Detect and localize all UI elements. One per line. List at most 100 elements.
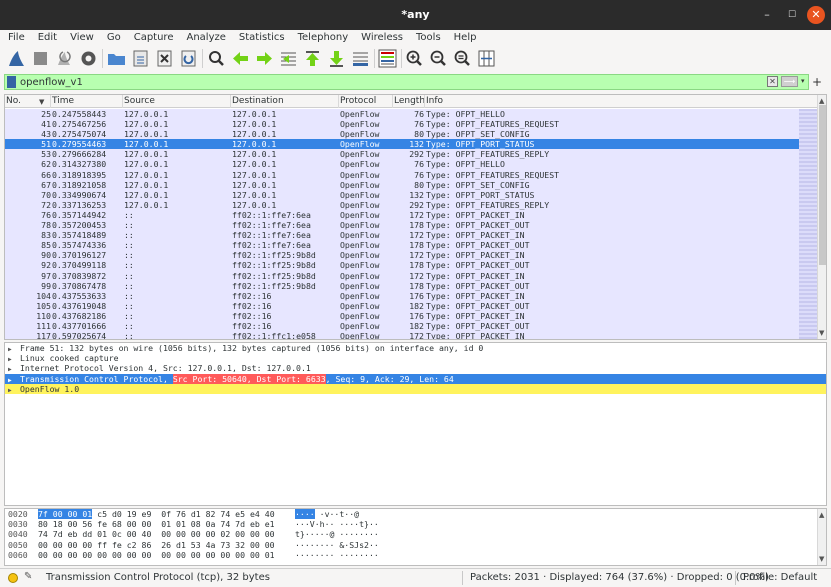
- byte-ascii[interactable]: ···V·h·· ····t}··: [295, 519, 379, 529]
- scroll-down-icon[interactable]: ▼: [819, 329, 824, 337]
- byte-row[interactable]: 0060 00 00 00 00 00 00 00 00 00 00 00 00 …: [5, 550, 826, 560]
- menu-statistics[interactable]: Statistics: [231, 30, 290, 45]
- detail-openflow[interactable]: ▶ OpenFlow 1.0: [5, 383, 826, 396]
- table-row[interactable]: 62 0.314327380 127.0.0.1 127.0.0.1 OpenFlow 7…: [5, 159, 817, 170]
- save-file-icon[interactable]: [130, 48, 151, 69]
- table-row[interactable]: 92 0.370499118:: ff02::1:ff25:9b8d OpenFlow…: [5, 260, 817, 271]
- menu-capture[interactable]: Capture: [126, 30, 179, 45]
- menu-tools[interactable]: Tools: [408, 30, 446, 45]
- status-profile[interactable]: Profile: Default: [743, 572, 817, 583]
- colorize-list-icon[interactable]: [377, 48, 398, 69]
- minimize-button[interactable]: –: [758, 6, 776, 24]
- menu-go[interactable]: Go: [99, 30, 126, 45]
- reload-file-icon[interactable]: [178, 48, 199, 69]
- packet-list-pane[interactable]: No. ▼ Time Source Destination Protocol L…: [4, 94, 827, 340]
- zoom-reset-icon[interactable]: [452, 48, 473, 69]
- table-row[interactable]: 99 0.370867478:: ff02::1:ff25:9b8d OpenFlow…: [5, 280, 817, 291]
- detail-frame[interactable]: ▶ Frame 51: 132 bytes on wire (1056 bits)…: [5, 343, 826, 353]
- find-packet-search-icon[interactable]: [206, 48, 227, 69]
- stop-capture-icon[interactable]: [30, 48, 51, 69]
- auto-scroll-icon[interactable]: [350, 48, 371, 69]
- menu-edit[interactable]: Edit: [30, 30, 62, 45]
- bytes-scrollbar[interactable]: ▲ ▼: [817, 509, 826, 565]
- table-row[interactable]: 104 0.437553633:: ff02::16 OpenFlow 176 Type:…: [5, 290, 817, 301]
- zoom-in-icon[interactable]: [404, 48, 425, 69]
- go-last-packet-icon[interactable]: [326, 48, 347, 69]
- column-header-info[interactable]: Info: [425, 95, 817, 108]
- column-header-destination[interactable]: Destination: [231, 95, 339, 108]
- column-header-length[interactable]: Length: [393, 95, 425, 108]
- menu-view[interactable]: View: [62, 30, 99, 45]
- table-row[interactable]: 76 0.357144942:: ff02::1:ffe7:6ea OpenFlow 1…: [5, 209, 817, 221]
- open-file-folder-icon[interactable]: [106, 48, 127, 69]
- table-row[interactable]: 110 0.437682186:: ff02::16 OpenFlow 176 Type:…: [5, 310, 817, 321]
- detail-tcp[interactable]: ▶ Transmission Control Protocol, Src Port…: [5, 373, 826, 384]
- byte-ascii[interactable]: t}·····@ ········: [295, 529, 379, 539]
- table-row[interactable]: 83 0.357418489:: ff02::1:ffe7:6ea OpenFlow 1…: [5, 230, 817, 241]
- filter-history-chevron-down-icon[interactable]: ▾: [801, 76, 810, 87]
- detail-ip[interactable]: ▶ Internet Protocol Version 4, Src: 127.0…: [5, 363, 826, 373]
- table-row[interactable]: 25 0.247558443 127.0.0.1 127.0.0.1 OpenFlow 7…: [5, 109, 817, 120]
- table-row[interactable]: 72 0.337136253 127.0.0.1 127.0.0.1 OpenFlow 2…: [5, 199, 817, 210]
- byte-hex[interactable]: 74 7d eb dd 01 0c 00 40 00 00 00 00 02 0…: [38, 529, 275, 539]
- table-row[interactable]: 111 0.437701666:: ff02::16 OpenFlow 182 Type:…: [5, 320, 817, 332]
- add-filter-button[interactable]: +: [812, 74, 822, 90]
- scroll-down-icon[interactable]: ▼: [819, 555, 824, 563]
- capture-options-gear-icon[interactable]: [78, 48, 99, 69]
- scroll-up-icon[interactable]: ▲: [819, 97, 824, 105]
- go-forward-arrow-icon[interactable]: [254, 48, 275, 69]
- shark-fin-start-icon[interactable]: [6, 48, 27, 69]
- byte-row[interactable]: 0020 7f 00 00 01 c5 d0 19 e9 0f 76 d1 82 …: [5, 509, 826, 519]
- maximize-button[interactable]: ☐: [783, 6, 801, 24]
- table-row[interactable]: 51 0.279554463 127.0.0.1 127.0.0.1 OpenFlow 1…: [5, 139, 817, 150]
- column-header-time[interactable]: Time: [51, 95, 123, 108]
- table-row[interactable]: 43 0.275475074 127.0.0.1 127.0.0.1 OpenFlow 8…: [5, 129, 817, 140]
- close-button[interactable]: ✕: [807, 6, 825, 24]
- column-header-protocol[interactable]: Protocol: [339, 95, 393, 108]
- table-row[interactable]: 67 0.318921058 127.0.0.1 127.0.0.1 OpenFlow 8…: [5, 179, 817, 190]
- table-row[interactable]: 78 0.357200453:: ff02::1:ffe7:6ea OpenFlow 1…: [5, 220, 817, 231]
- filter-bookmark-icon[interactable]: [7, 76, 16, 88]
- table-row[interactable]: 70 0.334990674 127.0.0.1 127.0.0.1 OpenFlow 1…: [5, 189, 817, 200]
- expand-chevron-right-icon[interactable]: ▶: [8, 386, 20, 396]
- table-row[interactable]: 66 0.318918395 127.0.0.1 127.0.0.1 OpenFlow 7…: [5, 169, 817, 180]
- edit-comment-pencil-icon[interactable]: ✎: [24, 571, 32, 582]
- sort-chevron-down-icon[interactable]: ▼: [39, 98, 44, 106]
- table-row[interactable]: 41 0.275467256 127.0.0.1 127.0.0.1 OpenFlow 7…: [5, 119, 817, 130]
- table-row[interactable]: 85 0.357474336:: ff02::1:ffe7:6ea OpenFlow 1…: [5, 240, 817, 251]
- zoom-out-icon[interactable]: [428, 48, 449, 69]
- packet-minimap[interactable]: [799, 109, 817, 339]
- packet-list-scrollbar[interactable]: ▲ ▼: [817, 95, 826, 339]
- menu-file[interactable]: File: [0, 30, 30, 45]
- close-file-icon[interactable]: [154, 48, 175, 69]
- display-filter-input[interactable]: openflow_v1: [20, 76, 83, 89]
- packet-bytes-pane[interactable]: 0020 7f 00 00 01 c5 d0 19 e9 0f 76 d1 82 …: [4, 508, 827, 566]
- go-to-packet-icon[interactable]: [278, 48, 299, 69]
- byte-ascii[interactable]: ········ &·SJs2··: [295, 540, 379, 550]
- table-row[interactable]: 97 0.370839872:: ff02::1:ff25:9b8d OpenFlow…: [5, 270, 817, 281]
- byte-ascii[interactable]: ········ ········: [295, 550, 379, 560]
- restart-capture-icon[interactable]: [54, 48, 75, 69]
- scroll-up-icon[interactable]: ▲: [819, 511, 824, 519]
- menu-analyze[interactable]: Analyze: [178, 30, 230, 45]
- table-row[interactable]: 90 0.370196127:: ff02::1:ff25:9b8d OpenFlow…: [5, 250, 817, 261]
- table-row[interactable]: 105 0.437619048:: ff02::16 OpenFlow 182 Type:…: [5, 300, 817, 311]
- column-header-source[interactable]: Source: [123, 95, 231, 108]
- byte-row[interactable]: 0040 74 7d eb dd 01 0c 00 40 00 00 00 00 …: [5, 529, 826, 539]
- byte-hex[interactable]: 80 18 00 56 fe 68 00 00 01 01 08 0a 74 7…: [38, 519, 275, 529]
- menu-wireless[interactable]: Wireless: [353, 30, 408, 45]
- byte-ascii[interactable]: ···· ·v··t··@: [295, 509, 359, 519]
- byte-row[interactable]: 0050 00 00 00 00 ff fe c2 86 26 d1 53 4a …: [5, 540, 826, 550]
- byte-row[interactable]: 0030 80 18 00 56 fe 68 00 00 01 01 08 0a …: [5, 519, 826, 529]
- go-first-packet-icon[interactable]: [302, 48, 323, 69]
- table-row[interactable]: 117 0.597025674:: ff02::1:ffc1:e058 OpenFlo…: [5, 331, 817, 339]
- resize-columns-icon[interactable]: [476, 48, 497, 69]
- scroll-thumb[interactable]: [819, 105, 826, 265]
- byte-hex[interactable]: 00 00 00 00 ff fe c2 86 26 d1 53 4a 73 3…: [38, 540, 275, 550]
- apply-filter-arrow-icon[interactable]: ⟶: [781, 76, 798, 87]
- menu-help[interactable]: Help: [446, 30, 482, 45]
- byte-hex[interactable]: 7f 00 00 01 c5 d0 19 e9 0f 76 d1 82 74 e…: [38, 509, 275, 519]
- packet-details-pane[interactable]: ▶ Frame 51: 132 bytes on wire (1056 bits)…: [4, 342, 827, 506]
- byte-hex[interactable]: 00 00 00 00 00 00 00 00 00 00 00 00 00 0…: [38, 550, 275, 560]
- detail-linux-cooked-capture[interactable]: ▶ Linux cooked capture: [5, 353, 826, 363]
